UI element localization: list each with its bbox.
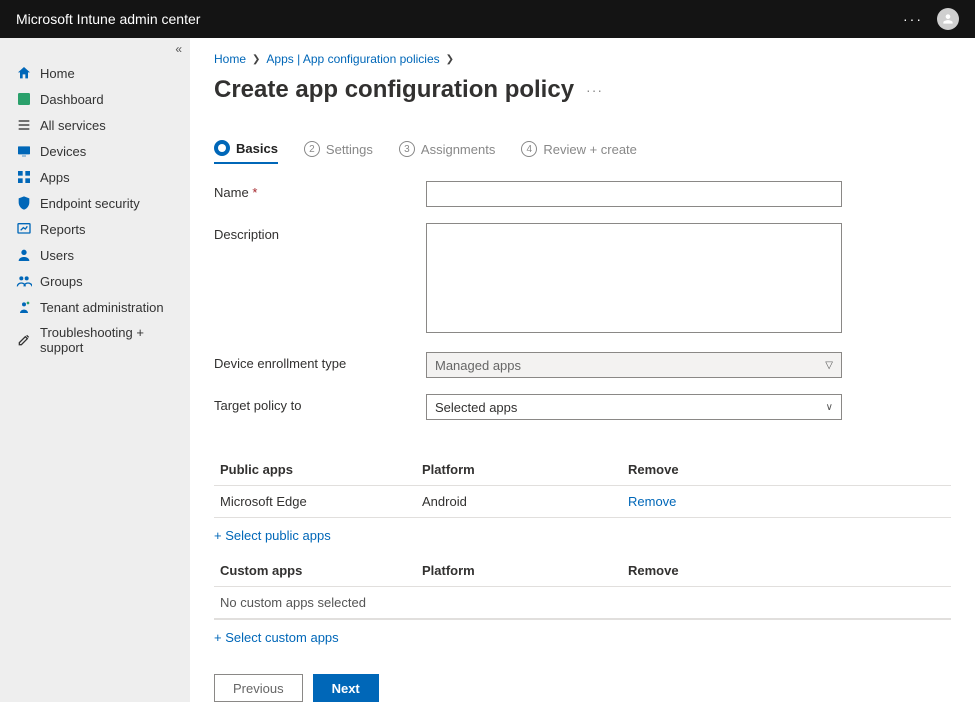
step-label: Review + create [543,142,637,157]
avatar[interactable] [937,8,959,30]
tools-icon [16,332,32,348]
sidebar-item-devices[interactable]: Devices [0,138,190,164]
breadcrumb: Home ❯ Apps | App configuration policies… [214,52,951,66]
sidebar-item-label: Home [40,66,75,81]
reports-icon [16,221,32,237]
step-assignments[interactable]: 3 Assignments [399,141,495,163]
public-apps-table: Public apps Platform Remove Microsoft Ed… [214,454,951,518]
chevron-down-icon: ∨ [826,402,833,413]
cell-platform: Android [422,494,628,509]
description-label: Description [214,223,426,242]
more-icon[interactable]: ··· [586,82,603,98]
custom-apps-header: Custom apps Platform Remove [214,553,951,587]
user-icon [16,247,32,263]
select-public-apps-link[interactable]: + Select public apps [214,518,951,553]
page-title: Create app configuration policy [214,76,574,104]
name-label: Name * [214,181,426,200]
step-label: Basics [236,141,278,156]
dashboard-icon [16,91,32,107]
select-custom-apps-link[interactable]: + Select custom apps [214,620,951,655]
collapse-icon[interactable]: « [175,42,182,56]
chevron-right-icon: ❯ [252,54,260,65]
sidebar-item-label: Endpoint security [40,196,140,211]
step-settings[interactable]: 2 Settings [304,141,373,163]
sidebar-item-label: Dashboard [40,92,104,107]
step-label: Assignments [421,142,495,157]
col-header-platform: Platform [422,563,628,578]
sidebar-item-label: All services [40,118,106,133]
person-icon [941,12,955,26]
sidebar-item-label: Users [40,248,74,263]
topbar-title: Microsoft Intune admin center [16,11,200,27]
name-input[interactable] [426,181,842,207]
group-icon [16,273,32,289]
sidebar-item-label: Devices [40,144,86,159]
sidebar-item-troubleshooting[interactable]: Troubleshooting + support [0,320,190,360]
sidebar-item-users[interactable]: Users [0,242,190,268]
sidebar-item-groups[interactable]: Groups [0,268,190,294]
sidebar: « Home Dashboard All services Devices Ap… [0,38,190,702]
topbar: Microsoft Intune admin center ··· [0,0,975,38]
step-circle-icon: 4 [521,141,537,157]
col-header-public-apps: Public apps [220,462,422,477]
step-review-create[interactable]: 4 Review + create [521,141,637,163]
col-header-custom-apps: Custom apps [220,563,422,578]
home-icon [16,65,32,81]
step-circle-icon: 2 [304,141,320,157]
description-textarea[interactable] [426,223,842,333]
sidebar-item-label: Apps [40,170,70,185]
sidebar-item-tenant-administration[interactable]: Tenant administration [0,294,190,320]
col-header-platform: Platform [422,462,628,477]
enrollment-type-label: Device enrollment type [214,352,426,371]
step-circle-icon: 3 [399,141,415,157]
sidebar-item-apps[interactable]: Apps [0,164,190,190]
apps-icon [16,169,32,185]
tenant-icon [16,299,32,315]
table-row-empty: No custom apps selected [214,587,951,619]
more-icon[interactable]: ··· [903,11,923,27]
sidebar-item-label: Groups [40,274,83,289]
sidebar-item-label: Troubleshooting + support [40,325,174,355]
devices-icon [16,143,32,159]
breadcrumb-link-home[interactable]: Home [214,52,246,66]
table-row: Microsoft Edge Android Remove [214,486,951,518]
target-policy-select[interactable]: Selected apps ∨ [426,394,842,420]
sidebar-item-dashboard[interactable]: Dashboard [0,86,190,112]
breadcrumb-link-apps[interactable]: Apps | App configuration policies [266,52,439,66]
services-icon [16,117,32,133]
step-basics[interactable]: Basics [214,140,278,164]
sidebar-item-label: Tenant administration [40,300,164,315]
enrollment-type-select: Managed apps ▽ [426,352,842,378]
sidebar-item-endpoint-security[interactable]: Endpoint security [0,190,190,216]
select-value: Managed apps [435,358,521,373]
empty-message: No custom apps selected [220,595,366,610]
main-content: Home ❯ Apps | App configuration policies… [190,38,975,702]
cell-app-name: Microsoft Edge [220,494,422,509]
select-value: Selected apps [435,400,517,415]
previous-button[interactable]: Previous [214,674,303,702]
remove-link[interactable]: Remove [628,494,676,509]
sidebar-item-home[interactable]: Home [0,60,190,86]
wizard-footer: Previous Next [214,674,379,702]
sidebar-item-reports[interactable]: Reports [0,216,190,242]
target-policy-label: Target policy to [214,394,426,413]
next-button[interactable]: Next [313,674,379,702]
sidebar-item-label: Reports [40,222,86,237]
shield-icon [16,195,32,211]
col-header-remove: Remove [628,563,951,578]
step-label: Settings [326,142,373,157]
chevron-right-icon: ❯ [446,54,454,65]
chevron-down-icon: ▽ [825,360,833,371]
sidebar-item-all-services[interactable]: All services [0,112,190,138]
step-circle-icon [214,140,230,156]
col-header-remove: Remove [628,462,951,477]
wizard-steps: Basics 2 Settings 3 Assignments 4 Review… [214,140,951,165]
